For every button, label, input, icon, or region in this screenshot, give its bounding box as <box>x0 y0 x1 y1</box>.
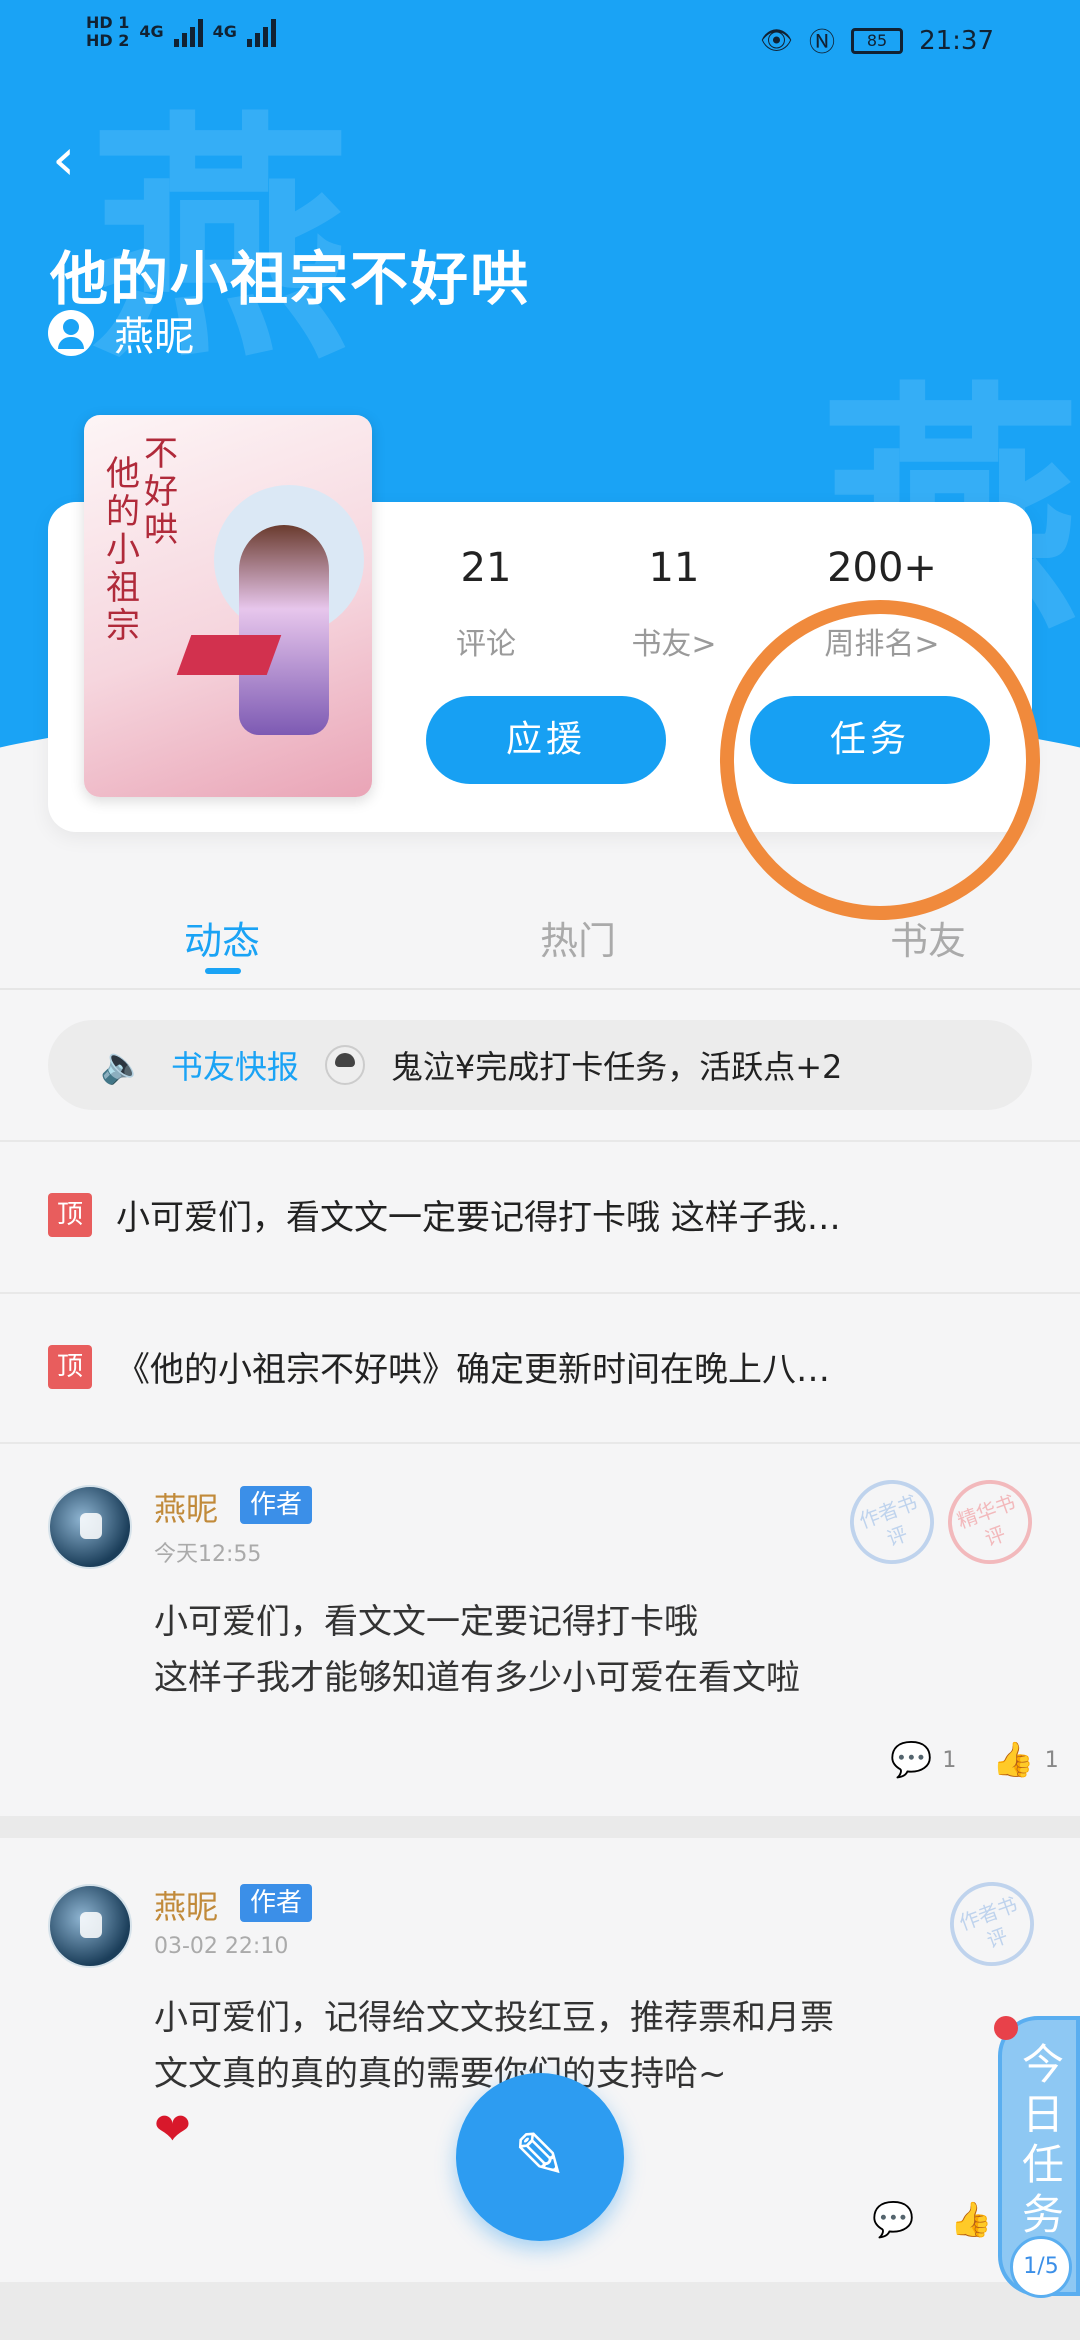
hd2-indicator: HD 2 <box>86 31 130 50</box>
stat-value: 21 <box>460 545 512 591</box>
user-icon <box>48 310 94 356</box>
tab-hot[interactable]: 热门 <box>540 910 616 965</box>
author-tag: 作者 <box>240 1884 312 1922</box>
news-text: 鬼泣¥完成打卡任务，活跃点+2 <box>390 1048 843 1086</box>
nfc-icon: Ⓝ <box>809 28 836 58</box>
active-tab-indicator <box>205 968 241 974</box>
avatar[interactable] <box>48 1884 132 1968</box>
speaker-icon: 🔈 <box>100 1045 145 1086</box>
stat-label: 书友> <box>631 627 717 662</box>
thumbs-up-icon: 👍 <box>992 1740 1035 1780</box>
news-label: 书友快报 <box>170 1048 299 1086</box>
cover-title-right: 不好哄 <box>144 434 178 550</box>
featured-review-stamp: 精华书评 <box>936 1468 1044 1576</box>
task-progress: 1/5 <box>1010 2236 1072 2298</box>
thumbs-up-icon: 👍 <box>950 2200 993 2240</box>
daily-task-widget[interactable]: 今日任务 1/5 <box>994 2016 1080 2298</box>
battery-icon: 85 <box>851 27 904 54</box>
pinned-badge: 顶 <box>48 1192 92 1237</box>
stat-label: 评论 <box>456 627 516 662</box>
post-actions: 💬 1 👍 1 <box>890 1740 1059 1780</box>
cover-fan <box>176 635 282 675</box>
poster-name[interactable]: 燕昵 <box>154 1882 218 1928</box>
signal-icon <box>246 17 276 47</box>
daily-task-label: 今日任务 <box>1021 2040 1064 2239</box>
comment-icon: 💬 <box>872 2200 915 2240</box>
like-count: 1 <box>1044 1747 1059 1773</box>
pinned-text: 小可爱们，看文文一定要记得打卡哦 这样子我… <box>116 1198 841 1238</box>
signal-icon <box>173 17 203 47</box>
like-button[interactable]: 👍 1 <box>992 1740 1058 1780</box>
stat-readers[interactable]: 11 书友> <box>574 545 774 663</box>
post-line: 小可爱们，记得给文文投红豆，推荐票和月票 <box>154 1998 834 2038</box>
eye-icon: 👁 <box>760 25 794 56</box>
network-type: 4G <box>139 22 164 41</box>
divider <box>0 1442 1080 1444</box>
post-line: 小可爱们，看文文一定要记得打卡哦 <box>154 1602 698 1642</box>
comment-count: 1 <box>942 1747 957 1773</box>
edit-icon: ✎ <box>513 2120 567 2194</box>
hd1-indicator: HD 1 <box>86 13 130 32</box>
cover-figure <box>239 525 329 735</box>
post-time: 今天12:55 <box>154 1542 262 1567</box>
post-actions: 💬 👍 <box>872 2200 993 2240</box>
author-tag: 作者 <box>240 1486 312 1524</box>
cover-title-left: 他的小祖宗 <box>106 454 140 646</box>
avatar <box>324 1045 365 1085</box>
network-type: 4G <box>212 22 237 41</box>
post-separator <box>0 2282 1080 2340</box>
stat-value: 11 <box>648 545 700 591</box>
pinned-badge: 顶 <box>48 1344 92 1389</box>
author-review-stamp: 作者书评 <box>938 1870 1046 1978</box>
compose-button[interactable]: ✎ <box>456 2073 624 2241</box>
clock: 21:37 <box>919 25 994 56</box>
pinned-post[interactable]: 顶 小可爱们，看文文一定要记得打卡哦 这样子我… <box>48 1190 1048 1239</box>
notification-dot <box>994 2016 1018 2040</box>
avatar[interactable] <box>48 1485 132 1569</box>
stat-value: 200+ <box>827 545 937 591</box>
back-button[interactable]: ‹ <box>52 125 75 193</box>
reader-news-bar[interactable]: 🔈 书友快报 鬼泣¥完成打卡任务，活跃点+2 <box>48 1020 1032 1110</box>
author-link[interactable]: 燕昵 <box>48 304 194 362</box>
divider <box>0 1140 1080 1142</box>
poster-name[interactable]: 燕昵 <box>154 1484 218 1530</box>
like-button[interactable]: 👍 <box>950 2200 992 2240</box>
post-line: 这样子我才能够知道有多少小可爱在看文啦 <box>154 1658 800 1698</box>
support-button[interactable]: 应援 <box>426 696 666 784</box>
post-time: 03-02 22:10 <box>154 1934 289 1959</box>
pinned-text: 《他的小祖宗不好哄》确定更新时间在晚上八… <box>116 1350 830 1390</box>
author-name: 燕昵 <box>114 314 194 360</box>
comment-button[interactable]: 💬 <box>872 2200 914 2240</box>
divider <box>0 1292 1080 1294</box>
status-bar: HD 1 HD 2 4G 4G 👁 Ⓝ 85 21:37 <box>0 0 1080 80</box>
pinned-post[interactable]: 顶 《他的小祖宗不好哄》确定更新时间在晚上八… <box>48 1342 1048 1391</box>
chevron-left-icon: ‹ <box>52 125 76 193</box>
tab-feed[interactable]: 动态 <box>184 910 260 965</box>
comment-button[interactable]: 💬 1 <box>890 1740 956 1780</box>
author-review-stamp: 作者书评 <box>838 1468 946 1576</box>
post-separator <box>0 1816 1080 1838</box>
comment-icon: 💬 <box>890 1740 933 1780</box>
post-content[interactable]: 小可爱们，看文文一定要记得打卡哦 这样子我才能够知道有多少小可爱在看文啦 <box>154 1594 1014 1706</box>
book-cover[interactable]: 不好哄 他的小祖宗 <box>84 415 372 797</box>
stat-comments[interactable]: 21 评论 <box>386 545 586 663</box>
